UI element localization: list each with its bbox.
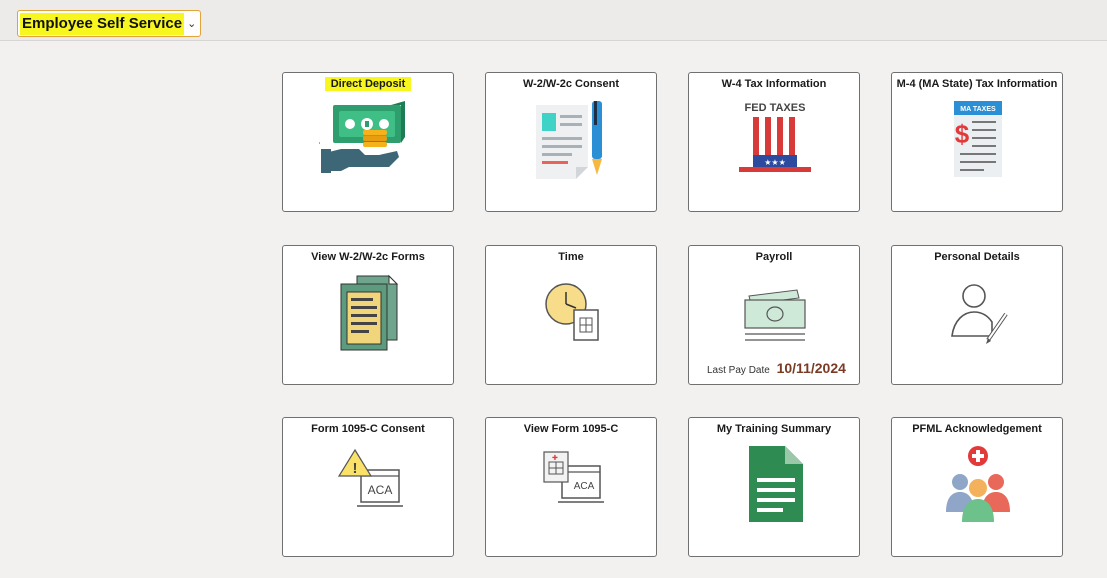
document-pen-icon <box>536 101 602 179</box>
tile-direct-deposit[interactable]: Direct Deposit <box>282 72 454 212</box>
tile-view-w2-forms[interactable]: View W-2/W-2c Forms <box>282 245 454 385</box>
last-pay-label: Last Pay Date <box>707 365 770 376</box>
homepage-selector-button[interactable]: Employee Self Service ⌄ <box>17 10 202 37</box>
tile-w4-tax[interactable]: W-4 Tax Information FED TAXES ★★★ <box>688 72 860 212</box>
tile-m4-tax[interactable]: M-4 (MA State) Tax Information MA TAXES … <box>891 72 1063 212</box>
tile-pfml-acknowledgement[interactable]: PFML Acknowledgement <box>891 417 1063 557</box>
svg-text:✚: ✚ <box>552 454 558 462</box>
user-edit-icon <box>951 284 1008 344</box>
tile-title: View W-2/W-2c Forms <box>311 251 425 263</box>
money-hand-icon <box>319 101 405 173</box>
tile-view-form-1095c[interactable]: View Form 1095-C ACA ✚ <box>485 417 657 557</box>
aca-document-icon: ACA ✚ <box>543 451 604 503</box>
svg-text:$: $ <box>955 119 970 149</box>
tile-grid: Direct Deposit W-2/W-2c Consent W-4 Tax … <box>0 41 1107 578</box>
tile-title: Payroll <box>755 251 793 263</box>
tile-title: W-2/W-2c Consent <box>522 78 620 90</box>
ma-taxes-document-icon: MA TAXES $ <box>954 101 1002 177</box>
tile-payroll[interactable]: Payroll Last Pay Date 10/11/2024 <box>688 245 860 385</box>
tile-title: Personal Details <box>934 251 1020 263</box>
tile-w2-consent[interactable]: W-2/W-2c Consent <box>485 72 657 212</box>
tile-title: Form 1095-C Consent <box>311 423 425 435</box>
icon-text: ACA <box>368 483 393 497</box>
paycheck-icon <box>744 289 806 341</box>
tile-title: View Form 1095-C <box>523 423 619 435</box>
tile-form-1095c-consent[interactable]: Form 1095-C Consent ACA ! <box>282 417 454 557</box>
tile-title: Time <box>558 251 584 263</box>
tile-time[interactable]: Time <box>485 245 657 385</box>
fed-taxes-hat-icon: FED TAXES ★★★ <box>739 102 811 172</box>
icon-text: ACA <box>574 481 595 492</box>
svg-text:!: ! <box>353 460 358 477</box>
icon-text: MA TAXES <box>960 106 996 113</box>
green-document-icon <box>749 446 803 522</box>
icon-text: FED TAXES <box>745 102 806 114</box>
tile-title: My Training Summary <box>716 423 832 435</box>
homepage-header: Employee Self Service ⌄ <box>0 0 1107 41</box>
tile-title: PFML Acknowledgement <box>912 423 1042 435</box>
tile-title: M-4 (MA State) Tax Information <box>896 78 1058 90</box>
tile-title: Direct Deposit <box>324 77 412 91</box>
forms-stack-icon <box>340 274 399 351</box>
people-medical-icon <box>946 446 1010 522</box>
tile-my-training-summary[interactable]: My Training Summary <box>688 417 860 557</box>
tile-personal-details[interactable]: Personal Details <box>891 245 1063 385</box>
svg-text:★★★: ★★★ <box>764 158 786 167</box>
homepage-title: Employee Self Service <box>20 12 185 35</box>
warning-aca-icon: ACA ! <box>337 448 403 507</box>
chevron-down-icon: ⌄ <box>187 18 197 30</box>
last-pay-date: 10/11/2024 <box>776 360 846 376</box>
last-pay-info: Last Pay Date 10/11/2024 <box>707 360 846 376</box>
clock-timesheet-icon <box>545 283 599 341</box>
tile-title: W-4 Tax Information <box>721 78 827 90</box>
